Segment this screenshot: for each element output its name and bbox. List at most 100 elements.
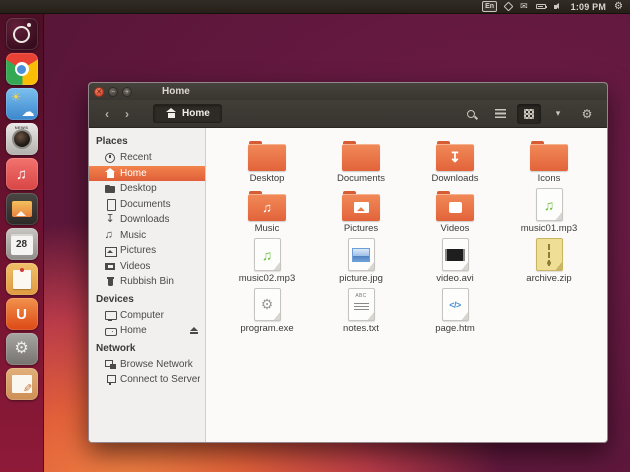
- file-pictures[interactable]: Pictures: [314, 186, 408, 236]
- file-music01-mp3[interactable]: music01.mp3: [502, 186, 596, 236]
- search-icon: [467, 109, 475, 118]
- launcher-settings[interactable]: [5, 333, 38, 365]
- server-icon: [104, 374, 116, 386]
- sidebar-item-documents[interactable]: Documents: [89, 197, 205, 213]
- list-view-button[interactable]: [488, 104, 512, 124]
- launcher-ubuntu-dash[interactable]: [5, 18, 38, 50]
- search-button[interactable]: [459, 104, 483, 124]
- file-notes-txt[interactable]: notes.txt: [314, 286, 408, 336]
- file-documents[interactable]: Documents: [314, 136, 408, 186]
- folder-icon: [248, 141, 286, 171]
- window-toolbar: ‹ › Home ▾ ⚙: [89, 100, 607, 128]
- file-program-exe[interactable]: program.exe: [220, 286, 314, 336]
- file-video-avi[interactable]: video.avi: [408, 236, 502, 286]
- grid-view-icon: [524, 108, 534, 119]
- music-emblem-icon: [248, 194, 286, 221]
- sidebar-item-rubbish-bin[interactable]: Rubbish Bin: [89, 274, 205, 290]
- launcher-notes[interactable]: [5, 263, 38, 295]
- sidebar-item-connect-to-server[interactable]: Connect to Server: [89, 372, 205, 388]
- audio-file-icon: [253, 238, 281, 271]
- back-button[interactable]: ‹: [97, 104, 117, 123]
- menu-button[interactable]: ⚙: [575, 104, 599, 124]
- home-icon: [104, 167, 116, 179]
- file-music02-mp3[interactable]: music02.mp3: [220, 236, 314, 286]
- launcher-text-editor[interactable]: [5, 368, 38, 400]
- ubuntu-one-icon: U: [16, 305, 27, 323]
- drive-icon: [104, 325, 117, 337]
- maximize-button[interactable]: +: [122, 86, 132, 97]
- launcher-calendar[interactable]: 28: [5, 228, 38, 260]
- folder-icon: [248, 191, 286, 221]
- network-icon[interactable]: [503, 1, 514, 12]
- session-gear-icon[interactable]: ⚙: [614, 1, 623, 12]
- chevron-down-icon: ▾: [555, 108, 561, 118]
- picture-icon: [104, 245, 117, 257]
- folder-icon: [342, 191, 380, 221]
- sidebar-item-home[interactable]: Home: [89, 165, 205, 181]
- ubuntu-desktop: En ✉ 1:09 PM ⚙ NEWS 28 U ✕ − + Home ‹ › Ho…: [0, 0, 630, 472]
- sidebar: Places Recent Home Desktop Documents Dow…: [89, 128, 206, 442]
- grid-view-button[interactable]: [517, 103, 541, 124]
- sidebar-item-pictures[interactable]: Pictures: [89, 243, 205, 259]
- folder-icon: [436, 191, 474, 221]
- launcher-ubuntu-one[interactable]: U: [5, 298, 38, 330]
- launcher-weather[interactable]: [5, 88, 38, 120]
- keyboard-indicator[interactable]: En: [482, 1, 498, 12]
- video-icon: [104, 260, 116, 272]
- sidebar-header-network: Network: [96, 342, 136, 354]
- program-file-icon: [253, 288, 281, 321]
- file-picture-jpg[interactable]: picture.jpg: [314, 236, 408, 286]
- archive-file-icon: [535, 238, 563, 271]
- image-file-icon: [347, 238, 375, 271]
- clock-icon: [104, 152, 116, 164]
- sidebar-item-home[interactable]: Home: [89, 323, 205, 339]
- breadcrumb-home[interactable]: Home: [153, 104, 222, 123]
- battery-icon[interactable]: [535, 3, 548, 10]
- sidebar-item-recent[interactable]: Recent: [89, 150, 205, 166]
- sidebar-item-computer[interactable]: Computer: [89, 308, 205, 324]
- sidebar-header-devices: Devices: [96, 293, 134, 305]
- folder-icon: [530, 141, 568, 171]
- download-icon: [104, 213, 116, 226]
- launcher-gallery[interactable]: [5, 193, 38, 225]
- window-titlebar[interactable]: ✕ − + Home: [89, 83, 607, 100]
- file-downloads[interactable]: Downloads: [408, 136, 502, 186]
- launcher-music[interactable]: [5, 158, 38, 190]
- minimize-button[interactable]: −: [108, 86, 118, 97]
- files-window: ✕ − + Home ‹ › Home ▾ ⚙ Places Recent Ho…: [88, 82, 608, 443]
- home-icon: [165, 108, 177, 120]
- computer-icon: [104, 309, 117, 321]
- sidebar-item-videos[interactable]: Videos: [89, 259, 205, 275]
- top-panel: En ✉ 1:09 PM ⚙: [0, 0, 630, 14]
- html-file-icon: [441, 288, 469, 321]
- launcher-chrome[interactable]: [5, 53, 38, 85]
- clock[interactable]: 1:09 PM: [571, 2, 606, 12]
- file-desktop[interactable]: Desktop: [220, 136, 314, 186]
- eject-icon[interactable]: [188, 325, 200, 337]
- file-page-htm[interactable]: page.htm: [408, 286, 502, 336]
- mail-icon[interactable]: ✉: [520, 2, 528, 11]
- sidebar-header-places: Places: [96, 136, 128, 147]
- folder-icon: [436, 141, 474, 171]
- file-music[interactable]: Music: [220, 186, 314, 236]
- trash-icon: [104, 276, 116, 288]
- volume-icon[interactable]: [553, 2, 563, 11]
- file-archive-zip[interactable]: archive.zip: [502, 236, 596, 286]
- gear-icon: ⚙: [581, 106, 593, 121]
- forward-button[interactable]: ›: [117, 104, 137, 123]
- sidebar-item-desktop[interactable]: Desktop: [89, 181, 205, 197]
- breadcrumb-label: Home: [182, 108, 210, 119]
- view-options-button[interactable]: ▾: [546, 104, 570, 124]
- window-title: Home: [162, 86, 190, 97]
- launcher-news[interactable]: NEWS: [5, 123, 38, 155]
- sidebar-item-music[interactable]: Music: [89, 228, 205, 244]
- file-icons[interactable]: Icons: [502, 136, 596, 186]
- list-view-icon: [494, 109, 506, 118]
- sidebar-item-downloads[interactable]: Downloads: [89, 212, 205, 228]
- folder-icon: [342, 141, 380, 171]
- doc-icon: [104, 198, 116, 212]
- file-videos[interactable]: Videos: [408, 186, 502, 236]
- video-file-icon: [441, 238, 469, 271]
- sidebar-item-browse-network[interactable]: Browse Network: [89, 357, 205, 373]
- close-button[interactable]: ✕: [94, 86, 104, 97]
